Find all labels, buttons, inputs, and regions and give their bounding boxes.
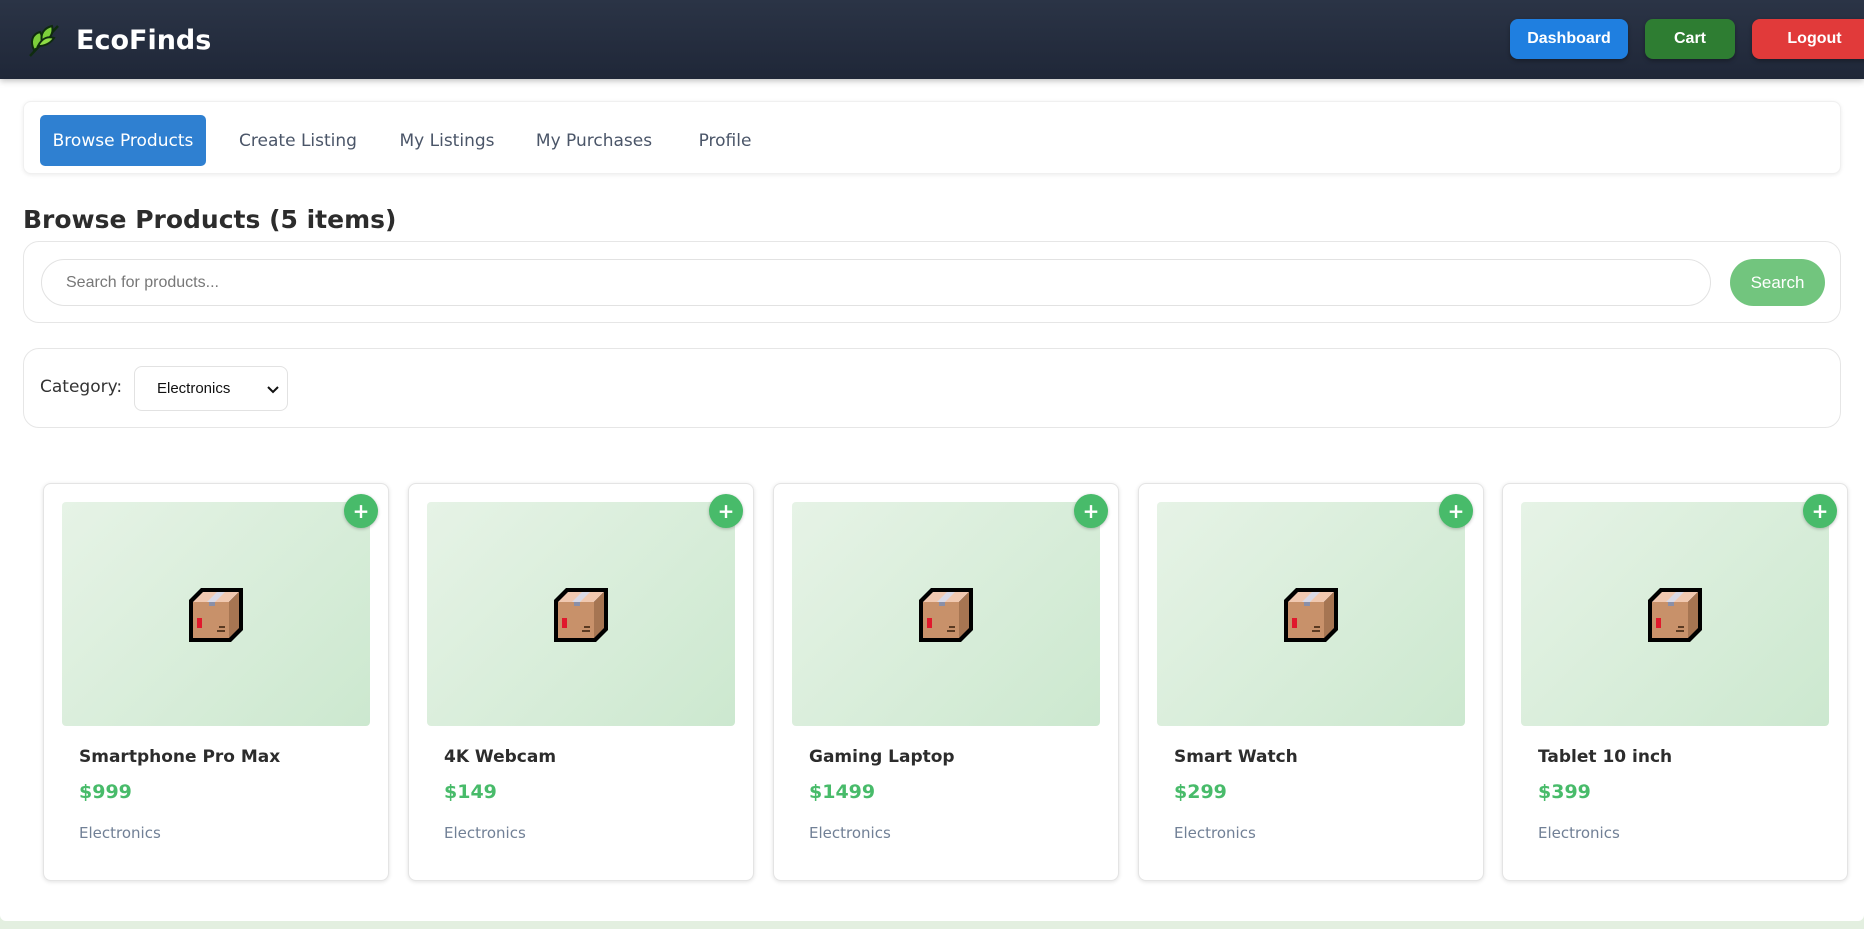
add-to-cart-button[interactable]: + [344,494,378,528]
search-input[interactable] [41,259,1711,306]
dashboard-button[interactable]: Dashboard [1510,19,1628,59]
tab-my-listings[interactable]: My Listings [386,115,508,166]
category-filter: Category: Electronics [23,348,1841,428]
logout-button[interactable]: Logout [1752,19,1864,59]
tab-browse-products[interactable]: Browse Products [40,115,206,166]
product-name[interactable]: Tablet 10 inch [1538,747,1672,767]
product-category: Electronics [809,824,891,842]
product-card[interactable]: + Smartphone Pro Max $999 Electronics [43,483,389,881]
product-card[interactable]: + Smart Watch $299 Electronics [1138,483,1484,881]
product-image [792,502,1100,726]
package-icon [919,588,973,642]
add-to-cart-button[interactable]: + [1439,494,1473,528]
product-image [62,502,370,726]
package-icon [189,588,243,642]
product-price: $149 [444,781,497,803]
top-header: EcoFinds Dashboard Cart Logout [0,0,1864,79]
chevron-down-icon [267,386,279,394]
add-to-cart-button[interactable]: + [709,494,743,528]
product-card[interactable]: + 4K Webcam $149 Electronics [408,483,754,881]
product-image [1157,502,1465,726]
page-title: Browse Products (5 items) [23,205,397,234]
brand[interactable]: EcoFinds [24,20,211,60]
product-image [427,502,735,726]
product-name[interactable]: 4K Webcam [444,747,556,767]
product-name[interactable]: Gaming Laptop [809,747,955,767]
product-card[interactable]: + Gaming Laptop $1499 Electronics [773,483,1119,881]
product-category: Electronics [1174,824,1256,842]
tab-my-purchases[interactable]: My Purchases [520,115,668,166]
category-selected-value: Electronics [157,380,231,397]
search-button[interactable]: Search [1730,259,1825,306]
product-image [1521,502,1829,726]
product-price: $399 [1538,781,1591,803]
product-name[interactable]: Smartphone Pro Max [79,747,280,767]
product-price: $999 [79,781,132,803]
product-card[interactable]: + Tablet 10 inch $399 Electronics [1502,483,1848,881]
package-icon [554,588,608,642]
add-to-cart-button[interactable]: + [1803,494,1837,528]
leaf-icon [29,24,59,57]
nav-tabs: Browse Products Create Listing My Listin… [23,101,1841,174]
cart-button[interactable]: Cart [1645,19,1735,59]
tab-create-listing[interactable]: Create Listing [222,115,374,166]
category-label: Category: [40,377,123,397]
product-price: $1499 [809,781,876,803]
search-bar: Search [23,241,1841,323]
product-category: Electronics [79,824,161,842]
product-price: $299 [1174,781,1227,803]
product-name[interactable]: Smart Watch [1174,747,1298,767]
main-panel: Browse Products Create Listing My Listin… [0,79,1864,921]
product-category: Electronics [1538,824,1620,842]
category-select[interactable]: Electronics [134,366,288,411]
package-icon [1284,588,1338,642]
brand-title: EcoFinds [76,24,212,56]
package-icon [1648,588,1702,642]
add-to-cart-button[interactable]: + [1074,494,1108,528]
product-category: Electronics [444,824,526,842]
tab-profile[interactable]: Profile [678,115,772,166]
